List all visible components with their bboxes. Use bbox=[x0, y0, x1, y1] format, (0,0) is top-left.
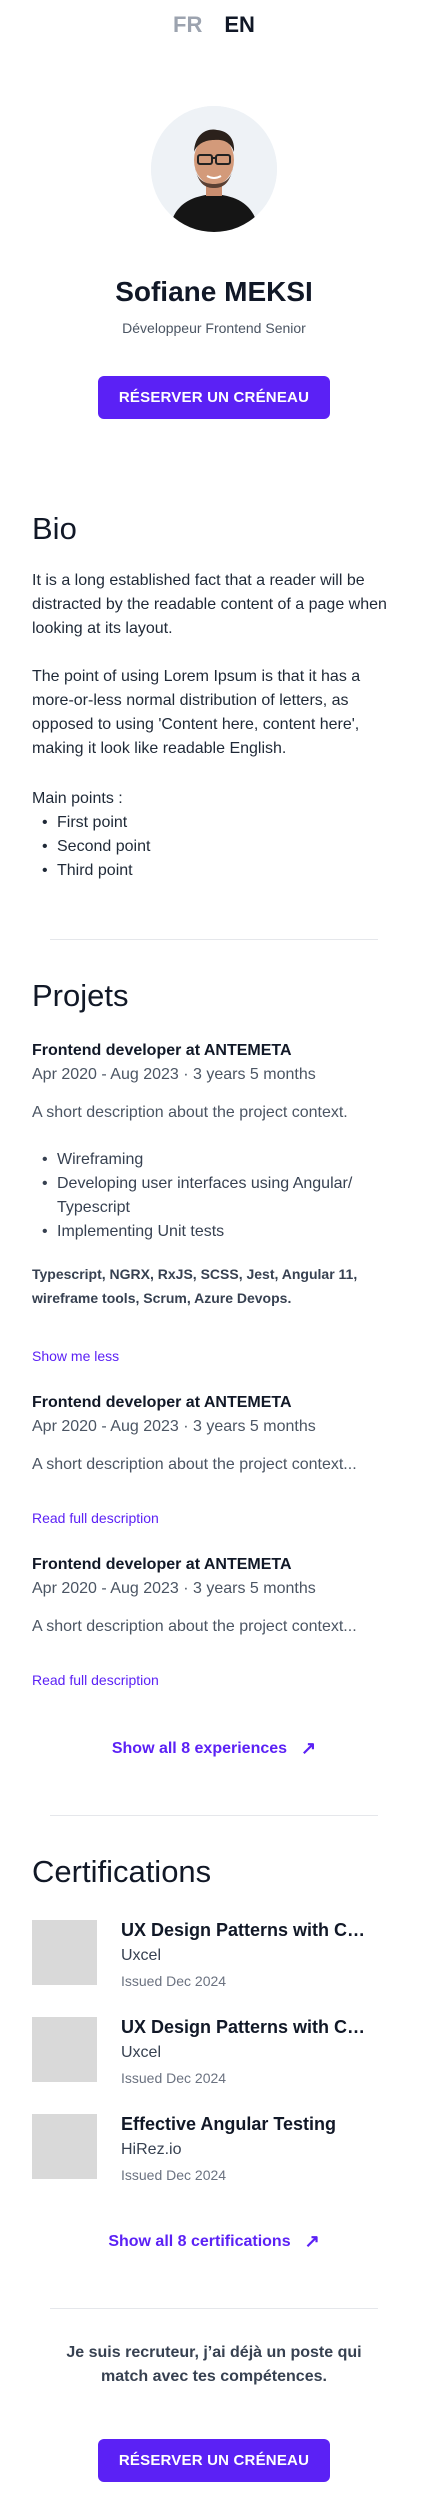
certifications-section: Certifications UX Design Patterns with C… bbox=[0, 1854, 428, 2252]
read-full-description-link[interactable]: Read full description bbox=[32, 1672, 159, 1688]
list-item: Second point bbox=[42, 835, 396, 859]
section-divider bbox=[50, 939, 378, 940]
certification-title: Effective Angular Testing bbox=[121, 2114, 337, 2134]
profile-name: Sofiane MEKSI bbox=[115, 276, 313, 307]
avatar-image bbox=[151, 106, 277, 232]
project-card: Frontend developer at ANTEMETA Apr 2020 … bbox=[32, 1042, 396, 1366]
bio-paragraph: The point of using Lorem Ipsum is that i… bbox=[32, 668, 361, 757]
book-slot-button-bottom[interactable]: RÉSERVER UN CRÉNEAU bbox=[98, 2439, 330, 2482]
project-dates: Apr 2020 - Aug 2023 · 3 years 5 months bbox=[32, 1580, 316, 1597]
arrow-up-right-icon: ↗ bbox=[304, 2231, 320, 2251]
project-card: Frontend developer at ANTEMETA Apr 2020 … bbox=[32, 1394, 396, 1528]
project-description: A short description about the project co… bbox=[32, 1456, 357, 1473]
bio-title: Bio bbox=[32, 511, 77, 546]
arrow-up-right-icon: ↗ bbox=[301, 1738, 317, 1758]
project-title: Frontend developer at ANTEMETA bbox=[32, 1394, 292, 1411]
profile-role: Développeur Frontend Senior bbox=[122, 320, 306, 336]
certification-title: UX Design Patterns with Che... bbox=[121, 1920, 371, 1940]
avatar bbox=[151, 106, 277, 232]
show-all-experiences-link[interactable]: Show all 8 experiences ↗ bbox=[32, 1738, 396, 1759]
show-all-certifications-link[interactable]: Show all 8 certifications ↗ bbox=[32, 2231, 396, 2252]
lang-fr-button[interactable]: FR bbox=[173, 12, 202, 50]
language-switcher: FR EN bbox=[0, 0, 428, 50]
list-item: First point bbox=[42, 811, 396, 835]
project-tech-stack: Typescript, NGRX, RxJS, SCSS, Jest, Angu… bbox=[32, 1266, 358, 1306]
lang-en-button[interactable]: EN bbox=[224, 12, 255, 50]
profile-header: Sofiane MEKSI Développeur Frontend Senio… bbox=[0, 50, 428, 419]
projects-title: Projets bbox=[32, 978, 129, 1013]
project-description: A short description about the project co… bbox=[32, 1618, 357, 1635]
certification-thumbnail bbox=[32, 1920, 97, 1985]
certification-item[interactable]: Effective Angular Testing HiRez.io Issue… bbox=[32, 2114, 396, 2183]
list-item: Implementing Unit tests bbox=[42, 1220, 396, 1244]
read-full-description-link[interactable]: Read full description bbox=[32, 1510, 159, 1526]
show-all-experiences-label: Show all 8 experiences bbox=[111, 1739, 288, 1757]
bio-section: Bio It is a long established fact that a… bbox=[0, 511, 428, 883]
certification-date: Issued Dec 2024 bbox=[121, 2070, 227, 2086]
certification-title: UX Design Patterns with Che... bbox=[121, 2017, 371, 2037]
list-item: Wireframing bbox=[42, 1148, 396, 1172]
project-dates: Apr 2020 - Aug 2023 · 3 years 5 months bbox=[32, 1066, 316, 1083]
certification-item[interactable]: UX Design Patterns with Che... Uxcel Iss… bbox=[32, 1920, 396, 1989]
certification-date: Issued Dec 2024 bbox=[121, 2167, 227, 2183]
show-less-link[interactable]: Show me less bbox=[32, 1348, 119, 1364]
book-slot-button[interactable]: RÉSERVER UN CRÉNEAU bbox=[98, 376, 330, 419]
project-title: Frontend developer at ANTEMETA bbox=[32, 1042, 292, 1059]
bio-points-list: First point Second point Third point bbox=[32, 811, 396, 883]
project-card: Frontend developer at ANTEMETA Apr 2020 … bbox=[32, 1556, 396, 1690]
project-description: A short description about the project co… bbox=[32, 1104, 348, 1121]
project-dates: Apr 2020 - Aug 2023 · 3 years 5 months bbox=[32, 1418, 316, 1435]
certification-date: Issued Dec 2024 bbox=[121, 1973, 227, 1989]
bio-paragraph: It is a long established fact that a rea… bbox=[32, 572, 387, 637]
certification-issuer: Uxcel bbox=[121, 2044, 162, 2061]
projects-section: Projets Frontend developer at ANTEMETA A… bbox=[0, 978, 428, 1759]
certification-thumbnail bbox=[32, 2114, 97, 2179]
certification-item[interactable]: UX Design Patterns with Che... Uxcel Iss… bbox=[32, 2017, 396, 2086]
certification-thumbnail bbox=[32, 2017, 97, 2082]
list-item: Developing user interfaces using Angular… bbox=[42, 1172, 396, 1220]
certifications-title: Certifications bbox=[32, 1854, 212, 1889]
section-divider bbox=[50, 1815, 378, 1816]
show-all-certifications-label: Show all 8 certifications bbox=[108, 2232, 291, 2250]
recruiter-text: Je suis recruteur, j’ai déjà un poste qu… bbox=[66, 2344, 362, 2385]
list-item: Third point bbox=[42, 859, 396, 883]
section-divider bbox=[50, 2308, 378, 2309]
certification-issuer: HiRez.io bbox=[121, 2141, 182, 2158]
project-bullets: Wireframing Developing user interfaces u… bbox=[32, 1148, 396, 1244]
certification-issuer: Uxcel bbox=[121, 1947, 162, 1964]
bio-main-points-label: Main points : bbox=[32, 790, 123, 807]
project-title: Frontend developer at ANTEMETA bbox=[32, 1556, 292, 1573]
